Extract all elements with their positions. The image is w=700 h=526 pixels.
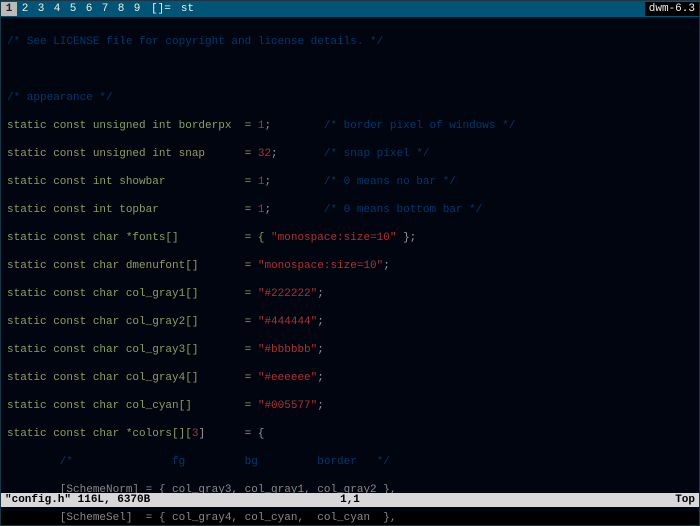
tag-2[interactable]: 2 (17, 2, 33, 16)
tag-list: 1 2 3 4 5 6 7 8 9 (1, 2, 145, 16)
tag-3[interactable]: 3 (33, 2, 49, 16)
status-bar: 1 2 3 4 5 6 7 8 9 []= st dwm-6.3 (1, 1, 699, 17)
status-scroll: Top (675, 493, 695, 507)
status-position: 1,1 (340, 493, 360, 507)
tag-5[interactable]: 5 (65, 2, 81, 16)
status-file: "config.h" 116L, 6370B (5, 493, 150, 507)
tag-4[interactable]: 4 (49, 2, 65, 16)
layout-symbol[interactable]: []= (145, 2, 177, 16)
tag-8[interactable]: 8 (113, 2, 129, 16)
comment: /* See LICENSE file for copyright and li… (7, 36, 383, 48)
vim-status-line: "config.h" 116L, 6370B 1,1 Top (1, 493, 699, 507)
comment: /* appearance */ (7, 92, 113, 104)
tag-9[interactable]: 9 (129, 2, 145, 16)
editor-viewport[interactable]: /* See LICENSE file for copyright and li… (1, 17, 699, 511)
window-title: st (177, 2, 645, 16)
tag-6[interactable]: 6 (81, 2, 97, 16)
tag-1[interactable]: 1 (1, 2, 17, 16)
tag-7[interactable]: 7 (97, 2, 113, 16)
wm-name: dwm-6.3 (645, 2, 699, 16)
